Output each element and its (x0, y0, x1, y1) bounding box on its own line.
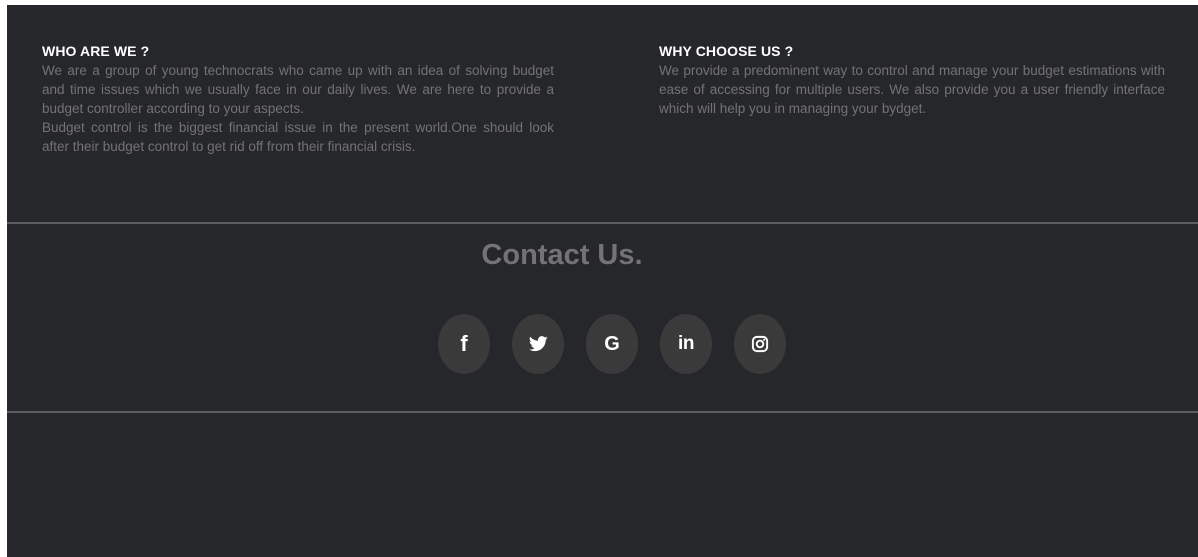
contact-us-heading: Contact Us. (481, 239, 643, 271)
why-choose-us-text: We provide a predominent way to control … (659, 63, 1165, 116)
facebook-icon: f (460, 331, 468, 356)
instagram-button[interactable] (734, 314, 786, 374)
why-choose-us-heading: WHY CHOOSE US ? (659, 43, 794, 59)
google-button[interactable]: G (586, 314, 638, 374)
who-are-we-text-2: Budget control is the biggest financial … (42, 120, 554, 154)
linkedin-button[interactable]: in (660, 314, 712, 374)
why-choose-us-column: WHY CHOOSE US ? We provide a predominent… (659, 43, 1165, 118)
instagram-icon (751, 335, 769, 353)
about-section: WHO ARE WE ? We are a group of young tec… (7, 5, 1198, 223)
site-footer: WHO ARE WE ? We are a group of young tec… (7, 5, 1198, 557)
who-are-we-heading: WHO ARE WE ? (42, 43, 150, 59)
twitter-button[interactable] (512, 314, 564, 374)
who-are-we-column: WHO ARE WE ? We are a group of young tec… (42, 43, 554, 156)
twitter-icon (528, 336, 548, 352)
who-are-we-text: We are a group of young technocrats who … (42, 63, 554, 116)
google-icon: G (604, 332, 620, 355)
divider-top (7, 222, 1198, 224)
divider-bottom (7, 411, 1198, 413)
linkedin-icon: in (678, 333, 694, 354)
facebook-button[interactable]: f (438, 314, 490, 374)
